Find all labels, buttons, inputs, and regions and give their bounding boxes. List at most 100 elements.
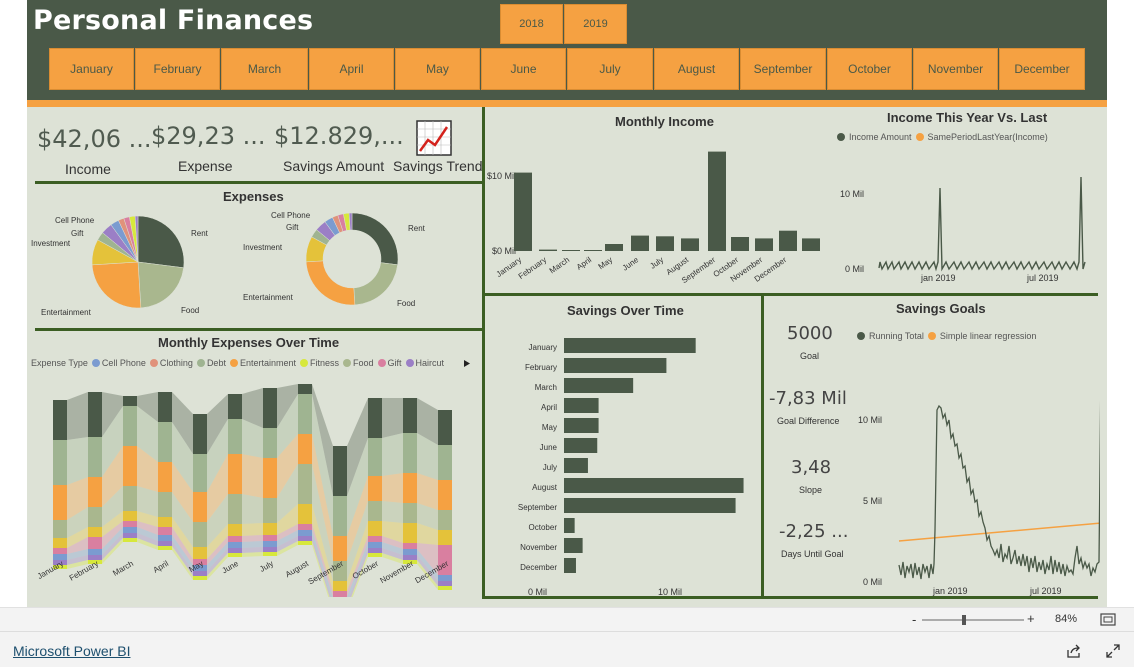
zoom-slider[interactable]: [922, 614, 1024, 626]
ribbon-segment[interactable]: [333, 496, 347, 536]
pie-slice[interactable]: [353, 262, 398, 306]
month-slicer-november[interactable]: November: [913, 48, 998, 90]
ribbon-segment[interactable]: [228, 394, 242, 419]
month-slicer-september[interactable]: September: [740, 48, 826, 90]
month-slicer-may[interactable]: May: [395, 48, 480, 90]
ribbon-segment[interactable]: [333, 536, 347, 561]
ribbon-segment[interactable]: [123, 446, 137, 486]
income-bar[interactable]: [631, 235, 649, 251]
month-slicer-july[interactable]: July: [567, 48, 653, 90]
ribbon-segment[interactable]: [193, 414, 207, 454]
ribbon-segment[interactable]: [228, 553, 242, 557]
income-bar[interactable]: [539, 249, 557, 251]
ribbon-segment[interactable]: [158, 535, 172, 541]
ribbon-segment[interactable]: [438, 410, 452, 445]
ribbon-segment[interactable]: [88, 537, 102, 549]
ribbon-segment[interactable]: [228, 494, 242, 524]
savings-bar[interactable]: [564, 458, 588, 473]
ribbon-segment[interactable]: [298, 384, 312, 394]
pie-slice[interactable]: [351, 212, 399, 266]
ribbon-segment[interactable]: [403, 398, 417, 433]
ribbon-segment[interactable]: [158, 462, 172, 492]
ribbon-segment[interactable]: [123, 533, 137, 538]
powerbi-link[interactable]: Microsoft Power BI: [13, 643, 130, 659]
savings-bar[interactable]: [564, 438, 598, 453]
ribbon-segment[interactable]: [263, 547, 277, 552]
savings-bar[interactable]: [564, 418, 599, 433]
share-icon[interactable]: [1066, 643, 1082, 659]
ribbon-segment[interactable]: [263, 428, 277, 458]
ribbon-segment[interactable]: [438, 530, 452, 545]
ribbon-segment[interactable]: [298, 504, 312, 524]
ribbon-segment[interactable]: [368, 438, 382, 476]
monthly-income-chart[interactable]: $10 Mil $0 Mil JanuaryFebruary March April…: [484, 130, 824, 290]
ribbon-segment[interactable]: [228, 524, 242, 536]
savings-goals-chart[interactable]: 10 Mil 5 Mil 0 Mil jan 2019 jul 2019: [855, 350, 1100, 598]
legend-item[interactable]: Cell Phone: [91, 358, 146, 368]
pie-slice[interactable]: [137, 215, 185, 269]
legend-item[interactable]: Entertainment: [229, 358, 296, 368]
month-slicer-august[interactable]: August: [654, 48, 739, 90]
ribbon-segment[interactable]: [368, 521, 382, 536]
ribbon-segment[interactable]: [158, 527, 172, 535]
ribbon-segment[interactable]: [123, 538, 137, 542]
savings-over-time-chart[interactable]: January February March April May June July Augu…: [484, 330, 760, 598]
ribbon-segment[interactable]: [263, 541, 277, 547]
ribbon-segment[interactable]: [298, 536, 312, 541]
ribbon-segment[interactable]: [53, 538, 67, 548]
ribbon-segment[interactable]: [263, 388, 277, 428]
month-slicer-june[interactable]: June: [481, 48, 566, 90]
ribbon-segment[interactable]: [53, 485, 67, 520]
legend-item[interactable]: Fitness: [299, 358, 339, 368]
ribbon-segment[interactable]: [228, 548, 242, 553]
ribbon-segment[interactable]: [263, 458, 277, 498]
ribbon-segment[interactable]: [88, 477, 102, 507]
savings-bar[interactable]: [564, 558, 576, 573]
ribbon-segment[interactable]: [368, 501, 382, 521]
legend-item[interactable]: Food: [343, 358, 374, 368]
ribbon-segment[interactable]: [158, 517, 172, 527]
legend-item[interactable]: Haircut: [405, 358, 444, 368]
ribbon-segment[interactable]: [438, 586, 452, 590]
ribbon-segment[interactable]: [228, 542, 242, 548]
pie-slice[interactable]: [137, 261, 184, 309]
ribbon-segment[interactable]: [193, 576, 207, 580]
expenses-pie-charts[interactable]: Cell PhoneGiftInvestmentEntertainment Foo…: [27, 205, 482, 327]
ribbon-segment[interactable]: [333, 591, 347, 597]
income-bar[interactable]: [731, 237, 749, 251]
ribbon-segment[interactable]: [88, 549, 102, 555]
ribbon-segment[interactable]: [123, 511, 137, 521]
monthly-expenses-ribbon-chart[interactable]: January February March April May June July Augu…: [27, 372, 482, 597]
ribbon-segment[interactable]: [228, 419, 242, 454]
ribbon-segment[interactable]: [53, 400, 67, 440]
income-vs-last-chart[interactable]: 10 Mil 0 Mil jan 2019 jul 2019: [824, 150, 1099, 290]
income-bar[interactable]: [708, 151, 726, 251]
pie-slice[interactable]: [91, 261, 142, 309]
ribbon-segment[interactable]: [298, 541, 312, 545]
ribbon-segment[interactable]: [298, 530, 312, 536]
ribbon-segment[interactable]: [368, 542, 382, 548]
ribbon-segment[interactable]: [368, 548, 382, 553]
ribbon-segment[interactable]: [298, 464, 312, 504]
ribbon-segment[interactable]: [88, 507, 102, 527]
ribbon-segment[interactable]: [298, 524, 312, 530]
ribbon-segment[interactable]: [298, 394, 312, 434]
savings-bar[interactable]: [564, 498, 736, 513]
zoom-out-button[interactable]: -: [912, 612, 916, 627]
legend-next-icon[interactable]: [463, 359, 471, 368]
savings-bar[interactable]: [564, 378, 634, 393]
ribbon-segment[interactable]: [53, 520, 67, 538]
ribbon-segment[interactable]: [438, 510, 452, 530]
ribbon-segment[interactable]: [403, 473, 417, 503]
ribbon-segment[interactable]: [228, 454, 242, 494]
income-bar[interactable]: [681, 238, 699, 251]
ribbon-segment[interactable]: [53, 548, 67, 554]
ribbon-segment[interactable]: [263, 498, 277, 523]
ribbon-segment[interactable]: [88, 437, 102, 477]
savings-bar[interactable]: [564, 518, 575, 533]
ribbon-segment[interactable]: [123, 396, 137, 406]
ribbon-segment[interactable]: [333, 581, 347, 591]
legend-item[interactable]: Debt: [196, 358, 226, 368]
month-slicer-december[interactable]: December: [999, 48, 1085, 90]
ribbon-segment[interactable]: [438, 445, 452, 480]
